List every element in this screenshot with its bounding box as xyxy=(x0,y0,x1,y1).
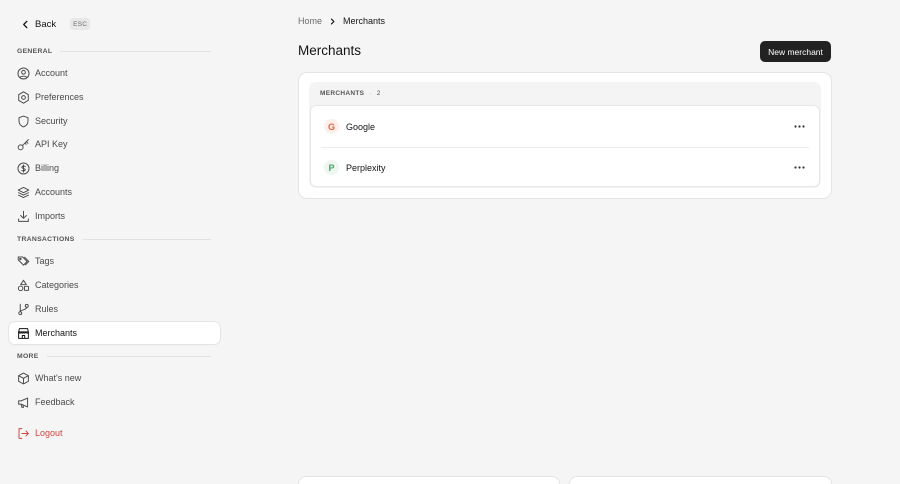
merchants-list-panel: MERCHANTS · 2 G Google P Perplexity xyxy=(309,82,821,188)
git-branch-icon xyxy=(17,303,30,316)
sidebar-item-label: What's new xyxy=(35,373,82,383)
chevron-left-icon xyxy=(21,20,30,29)
breadcrumb-current: Merchants xyxy=(343,16,386,26)
merchant-row-google[interactable]: G Google xyxy=(311,106,819,147)
sidebar-item-preferences[interactable]: Preferences xyxy=(9,86,220,108)
sidebar-item-billing[interactable]: Billing xyxy=(9,157,220,179)
sidebar-item-categories[interactable]: Categories xyxy=(9,274,220,296)
logout-icon xyxy=(17,427,30,440)
download-icon xyxy=(17,210,30,223)
divider xyxy=(60,51,211,52)
merchant-logo: P xyxy=(324,160,339,175)
merchant-name: Perplexity xyxy=(346,162,386,173)
sidebar-item-label: Preferences xyxy=(35,92,84,102)
sidebar-item-label: Accounts xyxy=(35,187,73,197)
sidebar-item-tags[interactable]: Tags xyxy=(9,250,220,272)
settings-sidebar: Back ESC GENERAL Account Preferences Sec… xyxy=(0,0,228,484)
sidebar-item-merchants[interactable]: Merchants xyxy=(9,322,220,344)
new-merchant-button[interactable]: New merchant xyxy=(760,41,831,62)
merchants-card: MERCHANTS · 2 G Google P Perplexity xyxy=(298,72,832,199)
back-label: Back xyxy=(35,18,57,30)
user-circle-icon xyxy=(17,66,30,80)
merchant-initial: P xyxy=(328,162,335,173)
dollar-circle-icon xyxy=(17,161,30,175)
sidebar-item-label: Account xyxy=(35,68,68,78)
bottom-card-left xyxy=(298,476,560,484)
chevron-right-icon xyxy=(329,17,336,25)
sidebar-item-rules[interactable]: Rules xyxy=(9,298,220,320)
sidebar-item-label: Security xyxy=(35,116,68,126)
list-header-label: MERCHANTS xyxy=(320,90,365,97)
merchants-list-header: MERCHANTS · 2 xyxy=(320,90,381,97)
divider xyxy=(46,356,211,357)
sidebar-item-label: Imports xyxy=(35,211,66,221)
megaphone-icon xyxy=(17,396,30,409)
more-options-button[interactable] xyxy=(792,161,806,173)
section-label: GENERAL xyxy=(17,48,53,55)
section-more-heading: MORE xyxy=(17,353,211,360)
sidebar-item-account[interactable]: Account xyxy=(9,62,220,84)
merchant-count: 2 xyxy=(376,90,381,97)
merchant-name: Google xyxy=(346,121,376,132)
merchants-list: G Google P Perplexity xyxy=(310,105,820,187)
sidebar-item-label: API Key xyxy=(35,139,68,149)
shield-icon xyxy=(17,115,30,128)
merchant-logo: G xyxy=(324,119,339,134)
more-options-button[interactable] xyxy=(792,120,806,132)
sidebar-item-label: Tags xyxy=(35,256,55,266)
shapes-icon xyxy=(17,279,30,292)
section-label: MORE xyxy=(17,353,39,360)
back-button[interactable]: Back xyxy=(21,19,56,30)
section-transactions-heading: TRANSACTIONS xyxy=(17,236,211,243)
sidebar-item-whats-new[interactable]: What's new xyxy=(9,367,220,389)
breadcrumb: Home Merchants xyxy=(298,15,385,27)
gear-icon xyxy=(17,90,30,104)
sidebar-item-label: Rules xyxy=(35,304,59,314)
breadcrumb-home-link[interactable]: Home xyxy=(298,16,322,26)
sidebar-item-imports[interactable]: Imports xyxy=(9,205,220,227)
package-icon xyxy=(17,372,30,385)
ellipsis-icon xyxy=(793,165,805,169)
section-label: TRANSACTIONS xyxy=(17,236,75,243)
list-header-separator: · xyxy=(369,90,372,97)
sidebar-item-api-key[interactable]: API Key xyxy=(9,133,220,155)
sidebar-item-label: Feedback xyxy=(35,397,75,407)
merchant-initial: G xyxy=(327,121,335,132)
sidebar-item-accounts[interactable]: Accounts xyxy=(9,181,220,203)
page-title: Merchants xyxy=(298,43,362,58)
ellipsis-icon xyxy=(793,124,805,128)
sidebar-item-label: Logout xyxy=(35,428,63,438)
key-icon xyxy=(17,138,30,151)
esc-shortcut-badge: ESC xyxy=(70,18,91,30)
back-row: Back ESC xyxy=(21,15,91,33)
layers-icon xyxy=(17,186,30,199)
sidebar-item-security[interactable]: Security xyxy=(9,110,220,132)
sidebar-item-label: Categories xyxy=(35,280,79,290)
tags-icon xyxy=(17,255,30,268)
store-icon xyxy=(17,327,30,340)
divider xyxy=(82,239,211,240)
sidebar-item-logout[interactable]: Logout xyxy=(9,422,220,444)
merchant-row-perplexity[interactable]: P Perplexity xyxy=(311,147,819,188)
sidebar-item-feedback[interactable]: Feedback xyxy=(9,391,220,413)
bottom-card-right xyxy=(569,476,832,484)
section-general-heading: GENERAL xyxy=(17,48,211,55)
sidebar-item-label: Billing xyxy=(35,163,60,173)
sidebar-item-label: Merchants xyxy=(35,328,78,338)
